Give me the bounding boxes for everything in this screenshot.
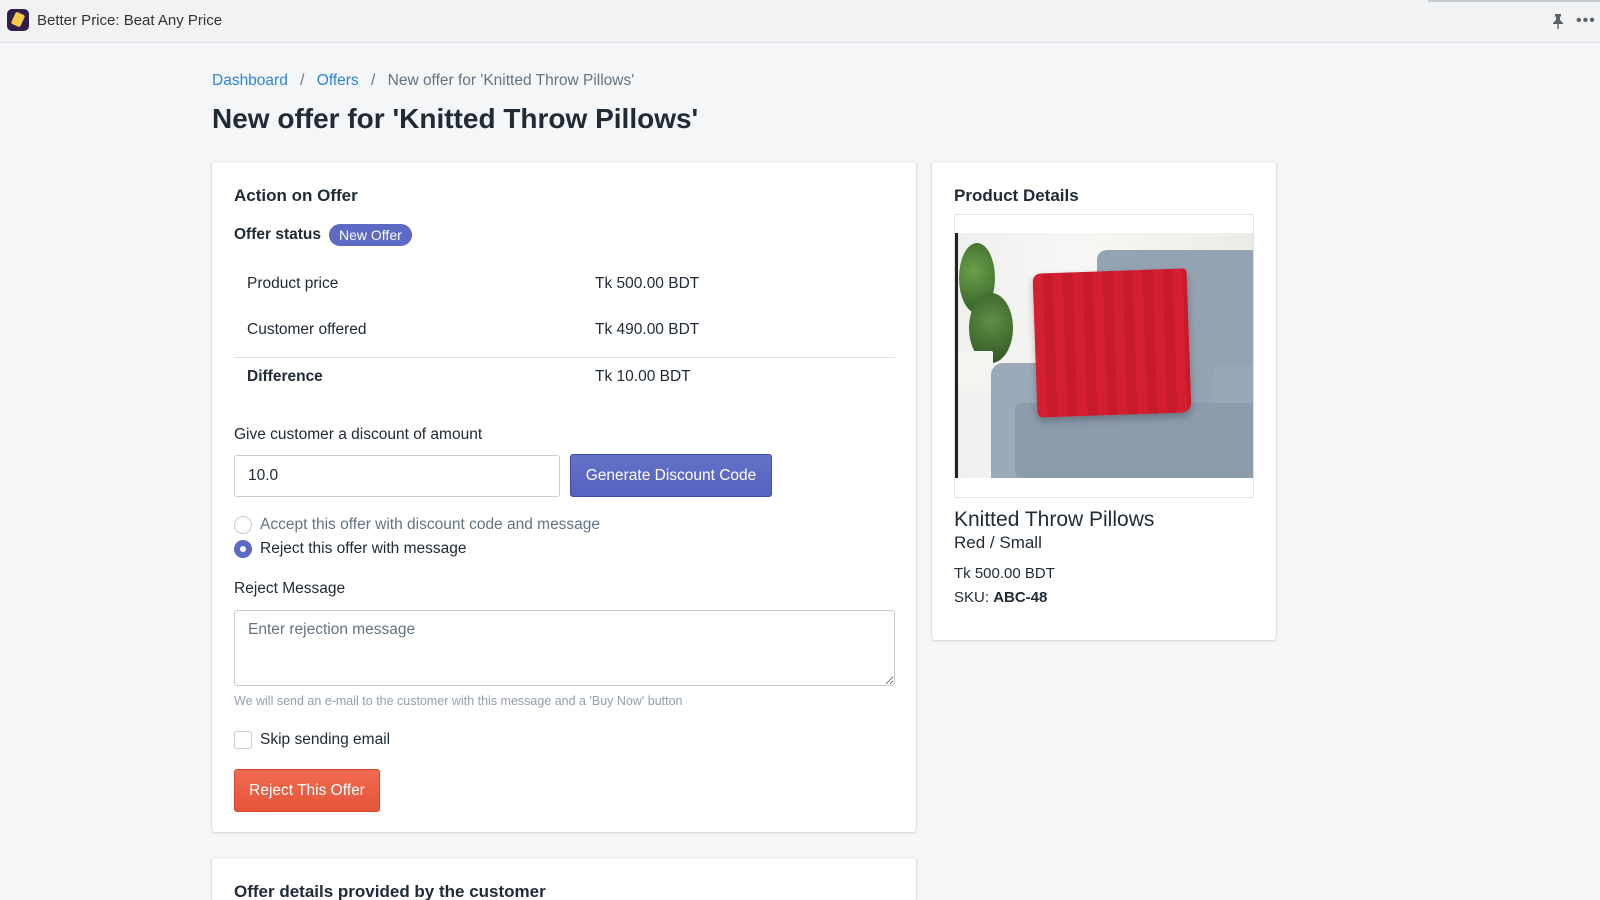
pin-icon[interactable] [1551, 13, 1565, 29]
breadcrumb-offers[interactable]: Offers [317, 72, 359, 89]
card-heading: Product Details [954, 186, 1079, 205]
skip-email-checkbox[interactable] [234, 731, 252, 749]
app-header: Better Price: Beat Any Price ••• [0, 0, 1600, 43]
price-row-product: Product price Tk 500.00 BDT [234, 262, 895, 308]
more-icon[interactable]: ••• [1576, 12, 1596, 30]
status-badge: New Offer [329, 224, 412, 246]
offer-status-label: Offer status [234, 226, 321, 243]
row-value: Tk 490.00 BDT [595, 321, 700, 338]
product-image-frame [954, 214, 1254, 498]
row-value: Tk 10.00 BDT [595, 368, 691, 385]
price-tag-icon [7, 9, 29, 31]
row-label: Difference [247, 368, 323, 385]
accept-offer-radio-label[interactable]: Accept this offer with discount code and… [260, 516, 600, 534]
offer-details-card: Offer details provided by the customer [212, 858, 916, 900]
reject-message-textarea[interactable] [234, 610, 895, 686]
action-on-offer-card: Action on Offer Offer status New Offer P… [212, 162, 916, 832]
skip-email-label[interactable]: Skip sending email [260, 731, 390, 749]
product-details-card: Product Details Knitted Throw Pillows Re… [932, 162, 1276, 640]
row-value: Tk 500.00 BDT [595, 275, 700, 292]
card-heading: Action on Offer [234, 186, 358, 205]
card-heading: Offer details provided by the customer [234, 882, 546, 900]
breadcrumb: Dashboard / Offers / New offer for 'Knit… [212, 72, 634, 90]
reject-message-help-text: We will send an e-mail to the customer w… [234, 694, 683, 708]
reject-offer-radio[interactable] [234, 540, 252, 558]
breadcrumb-separator: / [371, 72, 376, 89]
product-name: Knitted Throw Pillows [954, 508, 1155, 531]
discount-amount-input[interactable] [234, 455, 560, 497]
breadcrumb-current: New offer for 'Knitted Throw Pillows' [387, 72, 635, 89]
row-label: Customer offered [247, 321, 367, 338]
sku-label: SKU: [954, 589, 990, 606]
discount-amount-label: Give customer a discount of amount [234, 426, 483, 443]
product-image [955, 233, 1253, 478]
generate-discount-code-button[interactable]: Generate Discount Code [570, 454, 772, 497]
product-variant: Red / Small [954, 533, 1042, 552]
product-price: Tk 500.00 BDT [954, 565, 1055, 582]
reject-offer-button[interactable]: Reject This Offer [234, 769, 380, 812]
price-row-customer-offered: Customer offered Tk 490.00 BDT [234, 308, 895, 354]
reject-message-label: Reject Message [234, 580, 346, 597]
sku-value: ABC-48 [993, 589, 1048, 606]
row-label: Product price [247, 275, 339, 292]
reject-offer-radio-label[interactable]: Reject this offer with message [260, 540, 466, 558]
accept-offer-radio[interactable] [234, 516, 252, 534]
page-title: New offer for 'Knitted Throw Pillows' [212, 103, 699, 134]
price-row-difference: Difference Tk 10.00 BDT [234, 355, 895, 401]
app-title: Better Price: Beat Any Price [37, 12, 223, 29]
breadcrumb-dashboard[interactable]: Dashboard [212, 72, 288, 89]
header-divider [1428, 0, 1600, 2]
breadcrumb-separator: / [300, 72, 305, 89]
product-sku: SKU: ABC-48 [954, 589, 1047, 606]
